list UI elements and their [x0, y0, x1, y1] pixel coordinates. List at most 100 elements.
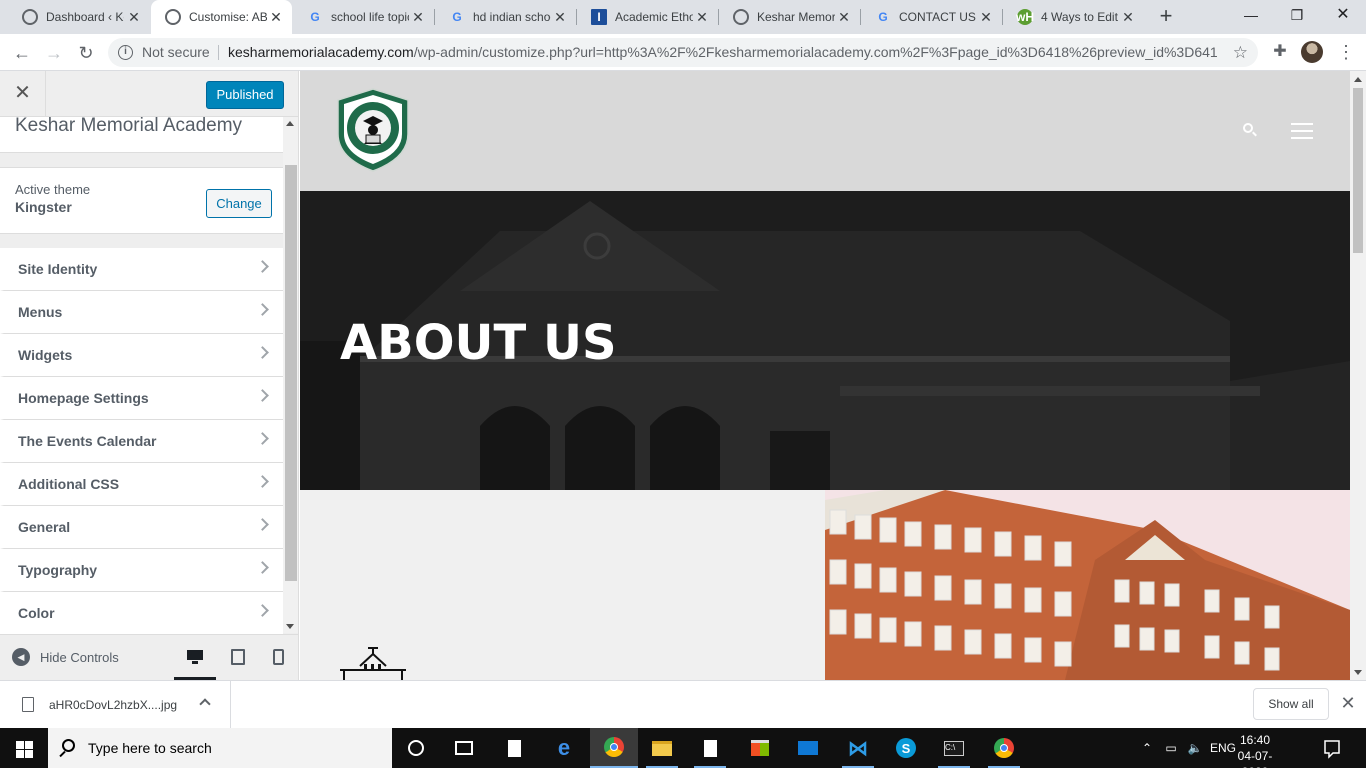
url-text[interactable]: kesharmemorialacademy.com/wp-admin/custo… — [228, 38, 1218, 67]
reload-button[interactable]: ↻ — [73, 40, 99, 66]
url-path: /wp-admin/customize.php?url=http%3A%2F%2… — [413, 44, 1218, 60]
panel-widgets[interactable]: Widgets — [0, 334, 283, 377]
cortana-icon[interactable] — [392, 728, 440, 768]
panel-color[interactable]: Color — [0, 592, 283, 635]
tab-title: Keshar Memorial — [757, 10, 835, 24]
network-icon[interactable]: ▭ — [1160, 728, 1182, 768]
close-tab-icon[interactable]: ✕ — [1120, 9, 1136, 25]
tab-keshar-memorial[interactable]: Keshar Memorial ✕ — [719, 0, 860, 34]
chevron-right-icon — [256, 346, 269, 359]
hamburger-menu-icon[interactable] — [1291, 123, 1313, 139]
store-icon[interactable] — [736, 728, 784, 768]
tab-customise[interactable]: Customise: ABO ✕ — [151, 0, 292, 34]
tab-title: Customise: ABO — [189, 10, 267, 24]
show-hidden-icons-chevron-icon[interactable]: ⌃ — [1138, 728, 1156, 768]
panel-additional-css[interactable]: Additional CSS — [0, 463, 283, 506]
close-tab-icon[interactable]: ✕ — [410, 9, 426, 25]
panel-label: Homepage Settings — [18, 390, 149, 406]
system-clock[interactable]: 16:40 04-07-2020 — [1232, 732, 1278, 780]
file-explorer-icon[interactable] — [638, 728, 686, 768]
mobile-preview-icon[interactable] — [270, 648, 288, 666]
chevron-right-icon — [256, 518, 269, 531]
chrome-icon[interactable] — [590, 728, 638, 768]
show-all-button[interactable]: Show all — [1253, 688, 1329, 720]
scroll-down-icon[interactable] — [286, 624, 294, 629]
tablet-preview-icon[interactable] — [229, 648, 247, 666]
panel-label: Typography — [18, 562, 98, 578]
preview-scrollbar[interactable] — [1350, 71, 1366, 680]
scrollbar-thumb[interactable] — [285, 165, 297, 581]
school-logo[interactable] — [336, 88, 410, 172]
tab-title: Dashboard ‹ Kes — [46, 10, 124, 24]
forward-button[interactable]: → — [41, 40, 67, 66]
panel-events-calendar[interactable]: The Events Calendar — [0, 420, 283, 463]
tab-wikihow[interactable]: wH 4 Ways to Edit a ✕ — [1003, 0, 1144, 34]
back-button[interactable]: ← — [9, 40, 35, 66]
panel-site-identity[interactable]: Site Identity — [0, 248, 283, 291]
file-icon[interactable] — [686, 728, 734, 768]
panel-homepage-settings[interactable]: Homepage Settings — [0, 377, 283, 420]
customizer-scrollbar[interactable] — [283, 117, 298, 633]
notification-center-icon[interactable] — [1318, 736, 1346, 760]
download-item[interactable]: aHR0cDovL2hzbX....jpg — [0, 681, 231, 729]
tab-contact-us[interactable]: G CONTACT US | K ✕ — [861, 0, 1002, 34]
chevron-right-icon — [256, 475, 269, 488]
hide-controls-button[interactable]: ◀ Hide Controls — [12, 648, 119, 666]
scrollbar-thumb[interactable] — [1353, 88, 1363, 253]
panel-typography[interactable]: Typography — [0, 549, 283, 592]
tab-hd-indian-school[interactable]: G hd indian school ✕ — [435, 0, 576, 34]
tab-dashboard[interactable]: Dashboard ‹ Kes ✕ — [8, 0, 150, 34]
taskbar-search-box[interactable]: Type here to search — [48, 728, 392, 768]
change-theme-button[interactable]: Change — [206, 189, 272, 218]
customizer-footer: ◀ Hide Controls — [0, 634, 298, 680]
close-icon[interactable]: ✕ — [0, 71, 46, 117]
bookmark-star-icon[interactable]: ☆ — [1233, 38, 1248, 67]
security-label[interactable]: Not secure — [142, 38, 210, 67]
file-icon[interactable] — [490, 728, 538, 768]
vscode-icon[interactable]: ⋈ — [834, 728, 882, 768]
terminal-icon[interactable]: C:\ — [930, 728, 978, 768]
task-view-icon[interactable] — [440, 728, 488, 768]
close-tab-icon[interactable]: ✕ — [694, 9, 710, 25]
address-bar[interactable]: i Not secure kesharmemorialacademy.com/w… — [108, 38, 1258, 67]
panel-menus[interactable]: Menus — [0, 291, 283, 334]
close-icon[interactable]: ✕ — [1339, 693, 1357, 715]
collapse-arrow-icon: ◀ — [12, 648, 30, 666]
tab-school-life[interactable]: G school life topic ✕ — [293, 0, 434, 34]
volume-icon[interactable]: 🔈 — [1184, 728, 1206, 768]
publish-button[interactable]: Published — [206, 81, 284, 109]
chrome-icon[interactable] — [980, 728, 1028, 768]
chevron-right-icon — [256, 260, 269, 273]
wikihow-icon: wH — [1016, 9, 1034, 25]
browser-menu-icon[interactable]: ⋮ — [1336, 40, 1356, 64]
mail-icon[interactable] — [784, 728, 832, 768]
panel-general[interactable]: General — [0, 506, 283, 549]
tab-academic-ethos[interactable]: I Academic Ethos ✕ — [577, 0, 718, 34]
minimize-button[interactable]: — — [1228, 0, 1274, 32]
search-icon[interactable] — [1242, 122, 1258, 138]
close-tab-icon[interactable]: ✕ — [552, 9, 568, 25]
desktop-preview-icon[interactable] — [186, 648, 204, 666]
profile-avatar[interactable] — [1301, 41, 1323, 63]
close-window-button[interactable]: ✕ — [1320, 0, 1366, 32]
chevron-right-icon — [256, 389, 269, 402]
close-tab-icon[interactable]: ✕ — [268, 9, 284, 25]
windows-start-icon[interactable] — [0, 728, 48, 768]
maximize-button[interactable]: ❐ — [1274, 0, 1320, 32]
chevron-up-icon[interactable] — [199, 698, 211, 710]
page-title: ABOUT US — [340, 315, 617, 371]
browser-toolbar: ← → ↻ i Not secure kesharmemorialacademy… — [0, 34, 1366, 71]
skype-icon[interactable]: S — [882, 728, 930, 768]
extensions-puzzle-icon[interactable]: ✚ — [1270, 42, 1290, 62]
info-icon[interactable]: i — [118, 45, 133, 60]
search-placeholder: Type here to search — [88, 740, 212, 756]
edge-icon[interactable]: e — [540, 728, 588, 768]
close-tab-icon[interactable]: ✕ — [978, 9, 994, 25]
windows-taskbar: Type here to search e ⋈ S C:\ ⌃ ▭ 🔈 ENG … — [0, 728, 1366, 779]
close-tab-icon[interactable]: ✕ — [836, 9, 852, 25]
close-tab-icon[interactable]: ✕ — [126, 9, 142, 25]
scroll-up-icon[interactable] — [1354, 77, 1362, 82]
scroll-up-icon[interactable] — [286, 121, 294, 126]
scroll-down-icon[interactable] — [1354, 670, 1362, 675]
new-tab-button[interactable]: + — [1154, 5, 1178, 29]
